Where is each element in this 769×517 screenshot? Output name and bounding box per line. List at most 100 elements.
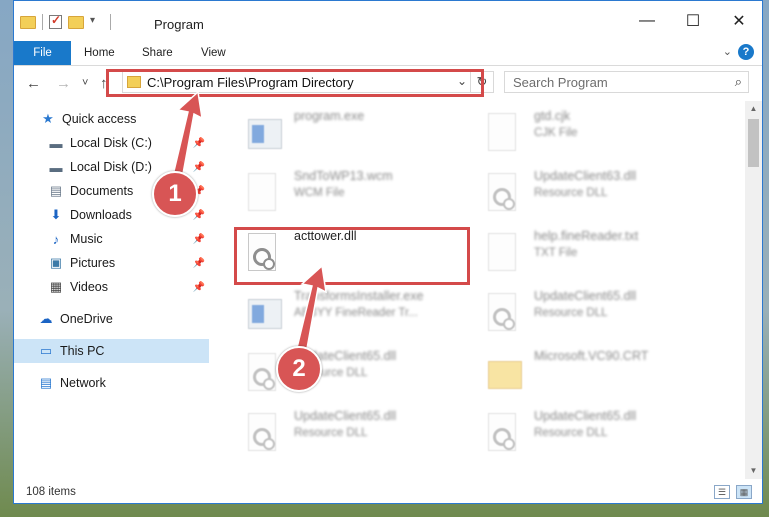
sidebar-item-label: Downloads bbox=[70, 208, 132, 222]
exe-icon bbox=[248, 113, 282, 155]
sidebar-item-local-disk-c[interactable]: ▬ Local Disk (C:) 📌 bbox=[14, 131, 209, 155]
help-icon[interactable]: ? bbox=[738, 44, 754, 60]
sidebar-item-label: Local Disk (D:) bbox=[70, 160, 152, 174]
file-type: WCM File bbox=[294, 187, 345, 199]
customize-toolbar-icon[interactable]: ▾ bbox=[90, 15, 104, 29]
exe-icon bbox=[248, 293, 282, 335]
file-name: gtd.cjk bbox=[534, 109, 571, 123]
sidebar-item-label: This PC bbox=[60, 344, 105, 358]
back-icon[interactable]: ← bbox=[26, 75, 41, 92]
scrollbar-thumb[interactable] bbox=[748, 119, 759, 167]
close-button[interactable]: ✕ bbox=[716, 1, 762, 41]
pin-icon[interactable]: 📌 bbox=[193, 234, 205, 245]
toolbar-separator bbox=[42, 14, 43, 30]
file-item[interactable]: UpdateClient65.dll Resource DLL bbox=[244, 407, 474, 463]
expand-ribbon-icon[interactable]: ⌄ bbox=[723, 45, 732, 58]
address-highlight-box bbox=[106, 69, 484, 97]
vertical-scrollbar[interactable]: ▲ ▼ bbox=[745, 101, 762, 479]
details-view-icon[interactable]: ☰ bbox=[714, 485, 730, 499]
file-name: UpdateClient63.dll bbox=[534, 169, 637, 183]
sidebar-item-videos[interactable]: ▦ Videos 📌 bbox=[14, 275, 209, 299]
file-highlight-box bbox=[234, 227, 470, 285]
file-name: Microsoft.VC90.CRT bbox=[534, 349, 649, 363]
pin-icon[interactable]: 📌 bbox=[193, 258, 205, 269]
new-folder-icon[interactable] bbox=[68, 15, 84, 29]
dll-icon bbox=[248, 413, 282, 455]
item-count: 108 items bbox=[26, 486, 76, 498]
file-icon bbox=[488, 113, 522, 155]
maximize-button[interactable]: ☐ bbox=[670, 1, 716, 41]
file-type: Resource DLL bbox=[294, 427, 368, 439]
sidebar-item-label: Network bbox=[60, 376, 106, 390]
file-type: Resource DLL bbox=[534, 307, 608, 319]
sidebar-item-label: Music bbox=[70, 232, 103, 246]
drive-icon: ▬ bbox=[49, 159, 63, 175]
sidebar-item-this-pc[interactable]: ▭ This PC bbox=[14, 339, 209, 363]
file-name: UpdateClient65.dll bbox=[534, 289, 637, 303]
file-item[interactable]: Microsoft.VC90.CRT bbox=[484, 347, 714, 403]
file-name: program.exe bbox=[294, 109, 365, 123]
sidebar-item-label: Pictures bbox=[70, 256, 116, 270]
dll-icon bbox=[488, 173, 522, 215]
sidebar-item-label: Quick access bbox=[62, 112, 137, 126]
minimize-button[interactable]: — bbox=[624, 1, 670, 41]
file-icon bbox=[488, 233, 522, 275]
document-icon: ▤ bbox=[49, 183, 63, 198]
search-icon[interactable]: ⌕ bbox=[735, 74, 742, 90]
star-icon: ★ bbox=[42, 111, 54, 126]
file-type: TXT File bbox=[534, 247, 578, 259]
tab-home[interactable]: Home bbox=[84, 41, 115, 65]
sidebar-item-quick-access[interactable]: ★ Quick access bbox=[14, 107, 209, 131]
sidebar-item-network[interactable]: ▤ Network bbox=[14, 371, 209, 395]
file-item[interactable]: TransformsInstaller.exe ABBYY FineReader … bbox=[244, 287, 474, 343]
sidebar-item-pictures[interactable]: ▣ Pictures 📌 bbox=[14, 251, 209, 275]
pin-icon[interactable]: 📌 bbox=[193, 138, 205, 149]
callout-badge-2: 2 bbox=[276, 346, 322, 392]
file-name: SndToWP13.wcm bbox=[294, 169, 393, 183]
recent-locations-icon[interactable]: ˅ bbox=[82, 77, 88, 89]
file-type: ABBYY FineReader Tr... bbox=[294, 307, 418, 319]
scroll-down-icon[interactable]: ▼ bbox=[745, 463, 762, 479]
pin-icon[interactable]: 📌 bbox=[193, 210, 205, 221]
sidebar-item-label: Videos bbox=[70, 280, 108, 294]
picture-icon: ▣ bbox=[49, 255, 63, 270]
folder-icon bbox=[488, 353, 522, 395]
sidebar-item-label: Local Disk (C:) bbox=[70, 136, 152, 150]
file-type: CJK File bbox=[534, 127, 578, 139]
network-icon: ▤ bbox=[39, 375, 53, 390]
large-icons-view-icon[interactable]: ▦ bbox=[736, 485, 752, 499]
file-item[interactable]: program.exe bbox=[244, 107, 474, 163]
dll-icon bbox=[488, 413, 522, 455]
view-buttons: ☰ ▦ bbox=[714, 485, 752, 499]
tab-view[interactable]: View bbox=[201, 41, 226, 65]
scroll-up-icon[interactable]: ▲ bbox=[745, 101, 762, 117]
tab-share[interactable]: Share bbox=[142, 41, 173, 65]
forward-icon[interactable]: → bbox=[56, 75, 71, 92]
search-input[interactable]: Search Program ⌕ bbox=[504, 71, 749, 93]
file-type: Resource DLL bbox=[534, 427, 608, 439]
file-item[interactable]: UpdateClient65.dll Resource DLL bbox=[484, 287, 714, 343]
file-item[interactable]: UpdateClient65.dll Resource DLL bbox=[484, 407, 714, 463]
tab-file[interactable]: File bbox=[14, 41, 71, 65]
file-name: UpdateClient65.dll bbox=[294, 409, 397, 423]
file-item[interactable]: SndToWP13.wcm WCM File bbox=[244, 167, 474, 223]
cloud-icon: ☁ bbox=[39, 311, 53, 326]
ribbon-tabs: File Home Share View ⌄ ? bbox=[14, 41, 762, 66]
drive-icon: ▬ bbox=[49, 135, 63, 151]
properties-icon[interactable] bbox=[49, 13, 62, 29]
folder-icon[interactable] bbox=[20, 15, 36, 29]
file-item[interactable]: gtd.cjk CJK File bbox=[484, 107, 714, 163]
callout-badge-1: 1 bbox=[152, 171, 198, 217]
sidebar-item-onedrive[interactable]: ☁ OneDrive bbox=[14, 307, 209, 331]
window-controls: — ☐ ✕ bbox=[624, 1, 762, 41]
file-item[interactable]: UpdateClient63.dll Resource DLL bbox=[484, 167, 714, 223]
file-item[interactable]: help.fineReader.txt TXT File bbox=[484, 227, 714, 283]
title-bar: ▾ Program — ☐ ✕ bbox=[14, 1, 762, 41]
file-icon bbox=[248, 173, 282, 215]
file-type: Resource DLL bbox=[534, 187, 608, 199]
pin-icon[interactable]: 📌 bbox=[193, 162, 205, 173]
sidebar-item-music[interactable]: ♪ Music 📌 bbox=[14, 227, 209, 251]
pin-icon[interactable]: 📌 bbox=[193, 282, 205, 293]
quick-access-toolbar: ▾ bbox=[20, 13, 111, 30]
file-list: program.exe gtd.cjk CJK File SndToWP13.wcm W… bbox=[214, 101, 744, 476]
